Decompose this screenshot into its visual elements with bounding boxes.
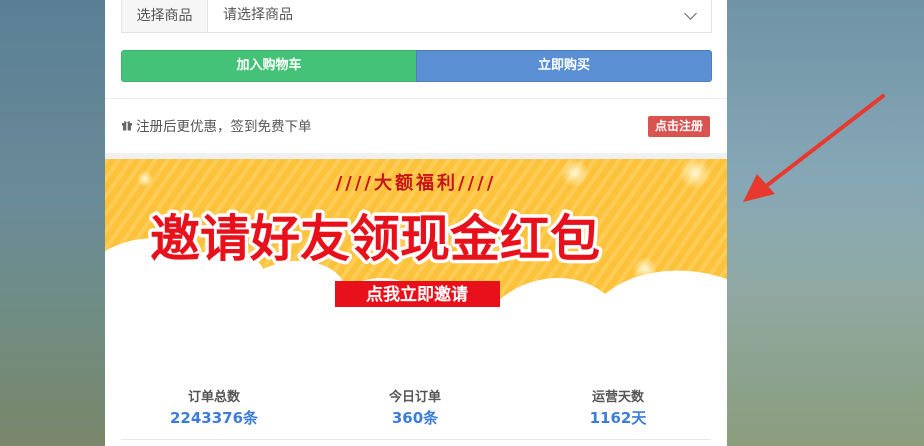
product-select[interactable]: 选择商品 请选择商品 [121,0,712,33]
product-select-value[interactable]: 请选择商品 [223,0,293,30]
stat-value: 2243376条 [169,409,259,427]
stat-label: 今日订单 [388,390,441,405]
stat-label: 订单总数 [187,390,240,405]
buy-now-button[interactable]: 立即购买 [416,50,712,82]
register-notice: 注册后更优惠，签到免费下单 [121,115,312,135]
stat-value: 1162天 [589,409,647,427]
product-select-label: 选择商品 [122,0,208,32]
background-right [727,0,924,446]
background-left [0,0,105,446]
banner-tagline: ////大额福利//// [336,172,497,194]
stats-row: 订单总数 2243376条 今日订单 360条 运营天数 1162天 [105,380,727,440]
invite-banner[interactable]: ////大额福利//// 邀请好友领现金红包 邀请好友领现金红包 点我立即邀请 [105,159,727,369]
banner-headline: 邀请好友领现金红包 [150,210,600,268]
register-button[interactable]: 点击注册 [648,116,710,137]
red-arrow-annotation [743,94,885,202]
chevron-down-icon[interactable] [684,7,697,20]
stat-value: 360条 [391,409,439,427]
gift-icon [121,119,133,135]
register-notice-text: 注册后更优惠，签到免费下单 [136,119,312,135]
invite-banner-graphic: ////大额福利//// 邀请好友领现金红包 邀请好友领现金红包 点我立即邀请 [105,159,727,369]
stat-label: 运营天数 [591,390,644,405]
divider [121,439,710,440]
stat-operating-days: 运营天数 1162天 [538,386,698,428]
divider [105,98,727,99]
stat-total-orders: 订单总数 2243376条 [134,386,294,428]
stat-today-orders: 今日订单 360条 [335,386,495,428]
banner-cta[interactable]: 点我立即邀请 [366,284,468,305]
add-to-cart-button[interactable]: 加入购物车 [121,50,417,82]
